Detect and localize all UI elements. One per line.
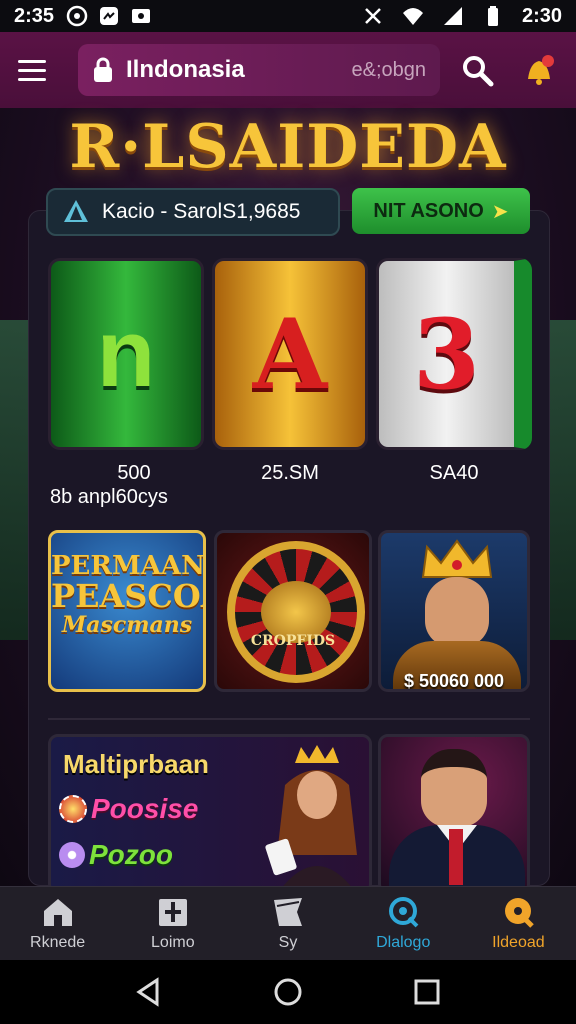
home-button-icon[interactable] [272,976,304,1008]
game-tile-king[interactable]: $ 50060 000 [378,530,530,692]
lock-icon [94,57,112,82]
nav-item-sy[interactable]: Sy [230,887,345,960]
bottom-navigation: Rknede Loimo Sy Dlalogo Ildeoad [0,886,576,960]
nav-item-gift[interactable]: Loimo [115,887,230,960]
battery-icon [487,6,498,26]
lightning-icon: ➤ [491,200,509,223]
king-portrait [425,577,489,647]
nav-label: Rknede [30,933,86,951]
nfc-icon [365,8,381,24]
slot-reel-3[interactable]: 3 [376,258,532,450]
messenger-icon [100,7,119,25]
app-header: Ilndonasia e&;obgn [0,32,576,108]
dealer-portrait [421,749,487,827]
nav-item-dialogue[interactable]: Dlalogo [346,887,461,960]
notification-bell-icon[interactable] [522,53,556,87]
reel-subcaption: 8b anpl60cys [50,486,168,508]
menu-icon [18,59,46,63]
search-bar[interactable]: Ilndonasia e&;obgn [78,44,440,96]
backdrop-slot-machine-left [0,320,30,640]
tile-a-line2: PEASCOA [51,577,203,616]
game-tile-roulette[interactable]: CROPFIDS [214,530,372,692]
nav-label: Loimo [151,933,195,951]
flower-icon [59,842,85,868]
game-tile-multiplayer[interactable]: Maltiprbaan Poosise Pozoo [48,734,372,894]
nav-label: Sy [278,933,298,951]
backdrop-slot-machine-right [546,320,576,640]
gift-icon [158,898,187,926]
bonus-label: NIT ASONO [373,199,484,222]
tile-d-heading: Maltiprbaan [63,749,209,779]
home-icon [43,898,72,926]
balance-text: Kacio - SarolS1,9685 [102,200,301,223]
status-time-left: 2:35 [14,4,55,27]
tile-d-promo1: Poosise [91,793,199,824]
chat-icon [505,897,535,928]
menu-button[interactable] [18,50,58,90]
crown-icon [421,539,493,578]
search-icon[interactable] [460,53,494,87]
tile-a-line1: PERMAANA [51,551,205,581]
flag-icon [274,897,302,926]
tile-c-amount: $ 50060 000 [403,671,505,691]
nav-item-ildeoad[interactable]: Ildeoad [461,887,576,960]
reel-caption-1: 500 [117,462,151,484]
slot-reel-1[interactable]: n [48,258,204,450]
slot-reel-2[interactable]: A [212,258,368,450]
queen-portrait [265,745,357,891]
search-placeholder: e&;obgn [351,58,426,81]
wifi-icon [402,8,423,25]
casino-title: R·LSAIDEDA [69,112,507,182]
game-tile-permaana[interactable]: PERMAANA PEASCOA Mascmans [48,530,206,692]
image-icon [132,9,151,23]
status-time-right: 2:30 [521,4,562,27]
system-navigation-bar [0,960,576,1024]
nav-label: Dlalogo [376,933,431,951]
reel-caption-3: SA40 [429,462,479,484]
poker-chip-icon [59,795,87,823]
reel-symbol: 3 [413,297,480,411]
signal-icon [443,7,462,25]
chat-icon [389,896,419,927]
reel-symbol: n [96,300,156,407]
reel-symbol: A [252,297,328,411]
balance-display: Kacio - SarolS1,9685 [46,188,340,236]
reel-caption-2: 25.SM [261,462,319,484]
tile-b-caption: CROPFIDS [250,633,336,649]
diamond-icon [64,200,88,222]
search-label: Ilndonasia [126,56,245,83]
tile-d-promo2: Pozoo [89,839,173,870]
recents-icon[interactable] [411,976,443,1008]
tile-a-line3: Mascmans [61,611,193,638]
whatsapp-icon [66,5,88,27]
nav-item-home[interactable]: Rknede [0,887,115,960]
nav-label: Ildeoad [492,933,545,951]
bonus-button[interactable]: NIT ASONO ➤ [352,188,530,234]
back-icon[interactable] [133,976,165,1008]
status-bar: 2:35 2:30 [0,0,576,32]
section-divider [48,718,530,720]
game-tile-dealer[interactable] [378,734,530,894]
